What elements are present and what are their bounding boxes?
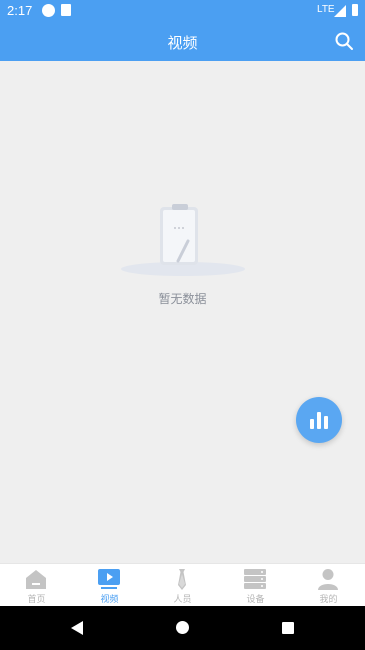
statistics-fab-button[interactable]: [296, 397, 342, 443]
network-type: LTE: [317, 4, 335, 15]
app-bar: 视频: [0, 22, 365, 61]
system-nav-bar: [0, 606, 365, 650]
tab-devices[interactable]: 设备: [219, 564, 292, 607]
tab-label-video: 视频: [100, 595, 119, 605]
video-icon: [98, 569, 120, 589]
user-icon: [318, 569, 338, 590]
bottom-tab-bar: 首页 视频 人员 设备 我的: [0, 563, 365, 607]
bar-chart-icon: [310, 412, 328, 429]
back-icon[interactable]: [70, 621, 84, 635]
search-icon[interactable]: [334, 31, 354, 51]
signal-icon: [334, 5, 346, 17]
recent-apps-icon[interactable]: [282, 622, 294, 634]
video-list-area[interactable]: 暂无数据: [0, 61, 365, 563]
tab-label-mine: 我的: [319, 595, 338, 605]
sd-card-icon: [61, 4, 71, 16]
tab-mine[interactable]: 我的: [292, 564, 365, 607]
notification-icon: [42, 4, 55, 17]
tab-home[interactable]: 首页: [0, 564, 73, 607]
home-icon: [26, 570, 46, 589]
battery-icon: [352, 4, 358, 16]
tab-label-personnel: 人员: [173, 595, 192, 605]
status-bar: 2:17 LTE: [0, 0, 365, 22]
status-time: 2:17: [7, 3, 33, 18]
tab-video[interactable]: 视频: [73, 564, 146, 607]
clipboard-icon: [121, 204, 245, 276]
tab-label-devices: 设备: [246, 595, 265, 605]
tab-label-home: 首页: [27, 595, 46, 605]
empty-state-text: 暂无数据: [158, 292, 207, 306]
tab-personnel[interactable]: 人员: [146, 564, 219, 607]
home-nav-icon[interactable]: [176, 621, 189, 634]
person-tie-icon: [178, 569, 186, 590]
server-icon: [244, 569, 266, 589]
page-title: 视频: [167, 34, 198, 52]
